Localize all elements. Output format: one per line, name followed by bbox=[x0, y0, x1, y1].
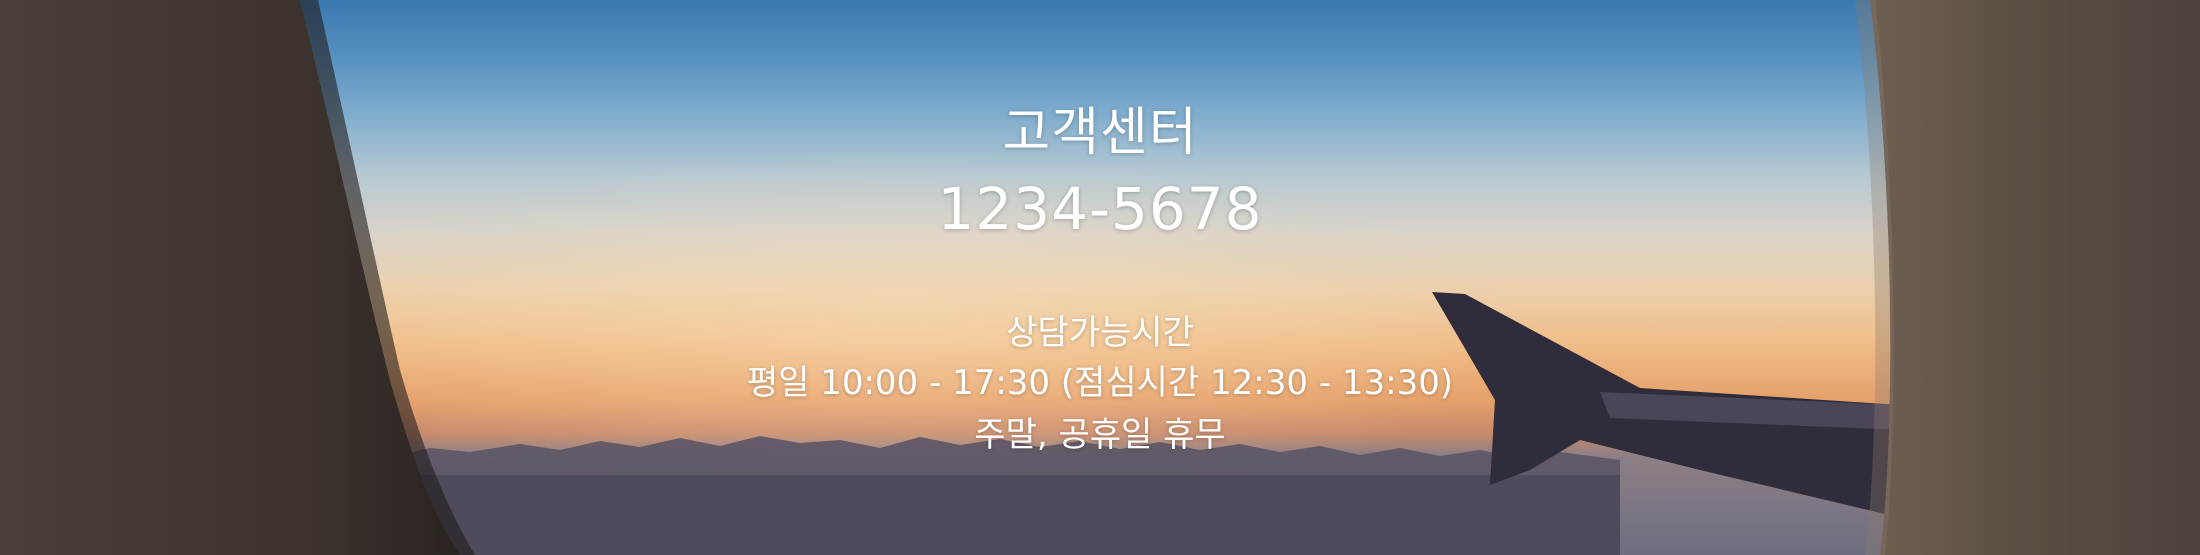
customer-center-banner: 고객센터 1234-5678 상담가능시간 평일 10:00 - 17:30 (… bbox=[0, 0, 2200, 555]
customer-center-info: 고객센터 1234-5678 상담가능시간 평일 10:00 - 17:30 (… bbox=[0, 0, 2200, 555]
customer-center-phone: 1234-5678 bbox=[937, 175, 1263, 243]
weekday-hours: 평일 10:00 - 17:30 (점심시간 12:30 - 13:30) bbox=[746, 363, 1454, 403]
customer-center-title: 고객센터 bbox=[1002, 103, 1198, 163]
consultation-hours-label: 상담가능시간 bbox=[1006, 313, 1194, 353]
weekend-holiday-note: 주말, 공휴일 휴무 bbox=[974, 415, 1226, 455]
